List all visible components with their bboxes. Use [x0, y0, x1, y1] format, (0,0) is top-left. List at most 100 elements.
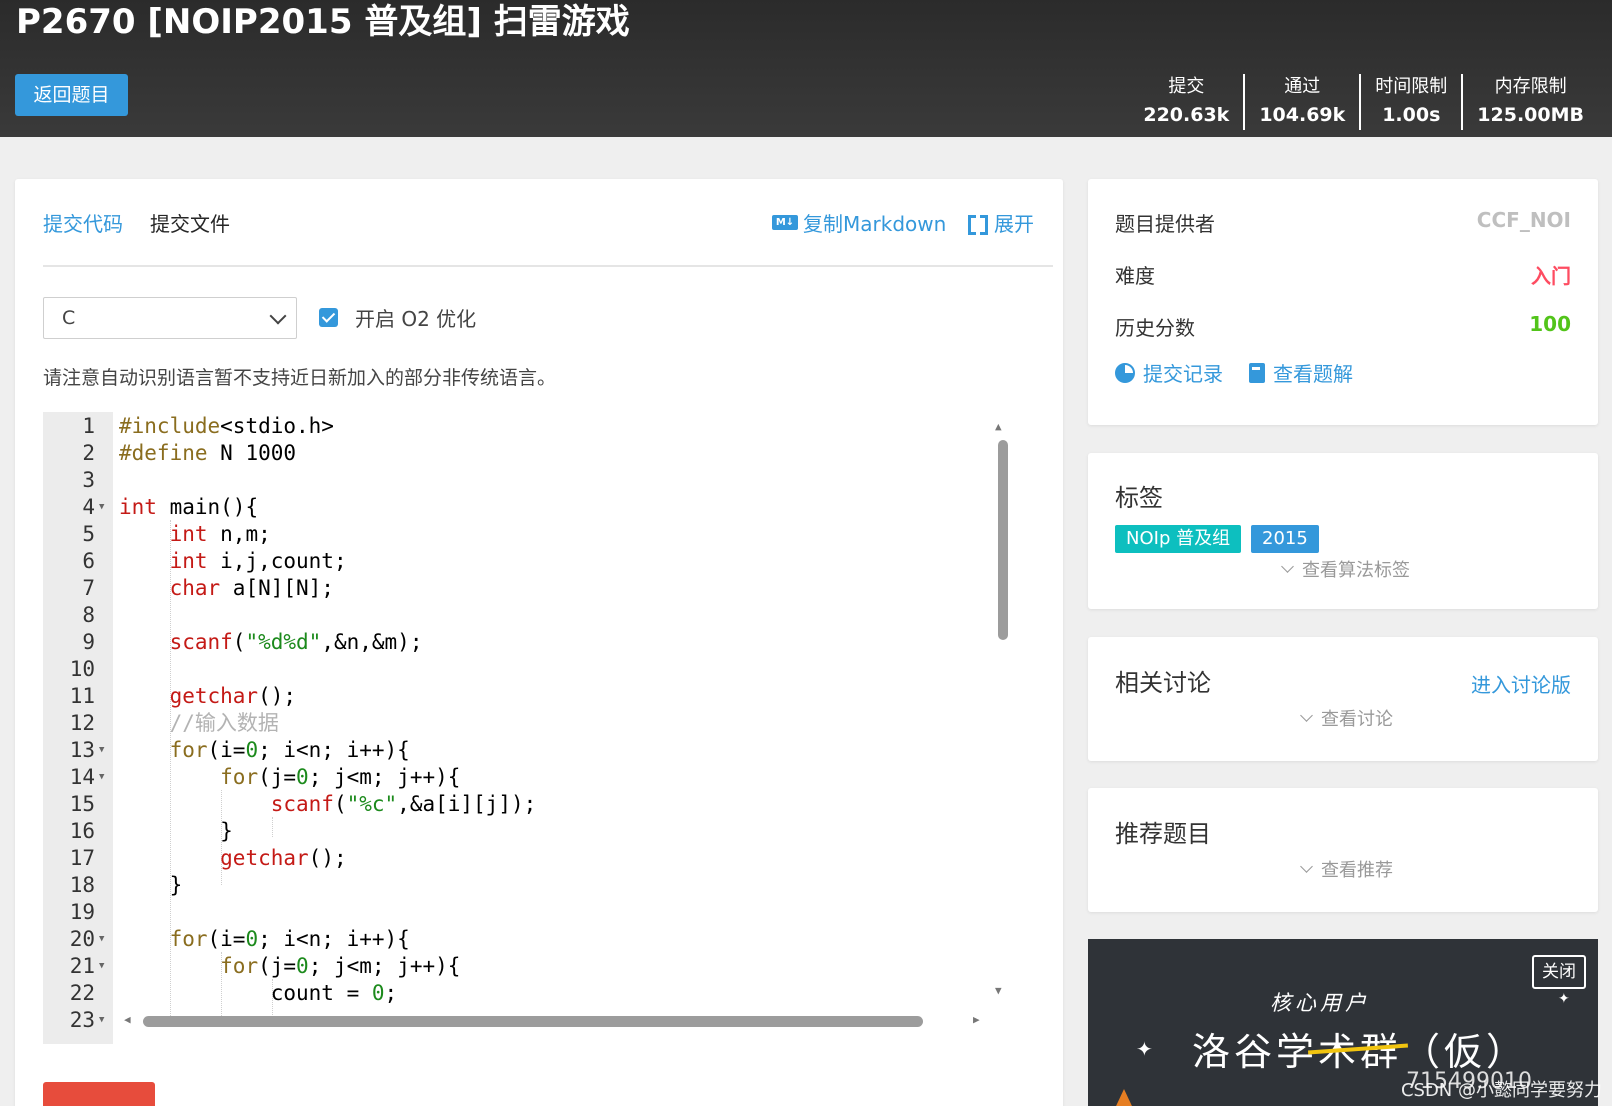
stat-time-limit: 时间限制 1.00s — [1359, 74, 1461, 130]
code-line: scanf("%d%d",&n,&m); — [169, 630, 423, 654]
stat-label: 时间限制 — [1375, 76, 1448, 97]
tags-title: 标签 — [1115, 484, 1163, 512]
recommend-card: 推荐题目 查看推荐 — [1088, 788, 1598, 912]
provider-row: 题目提供者 CCF_NOI — [1115, 208, 1571, 238]
show-recommend-button[interactable]: 查看推荐 — [1300, 856, 1393, 882]
view-solutions-link[interactable]: 查看题解 — [1273, 358, 1353, 387]
code-line: #include<stdio.h> — [119, 414, 334, 438]
submission-records-link[interactable]: 提交记录 — [1143, 358, 1223, 387]
scroll-left-arrow-icon[interactable]: ◀ — [124, 1013, 131, 1026]
show-recommend-label: 查看推荐 — [1321, 860, 1393, 881]
line-number: 1 — [82, 414, 95, 438]
scroll-up-arrow-icon[interactable]: ▲ — [995, 420, 1002, 433]
show-discussion-button[interactable]: 查看讨论 — [1300, 705, 1393, 731]
fold-arrow-icon[interactable]: ▼ — [99, 736, 104, 764]
code-line: int i,j,count; — [169, 549, 347, 573]
fold-arrow-icon[interactable]: ▼ — [99, 493, 104, 521]
code-line: //输入数据 — [169, 711, 279, 735]
o2-label: 开启 O2 优化 — [355, 307, 477, 331]
code-line: scanf("%c",&a[i][j]); — [270, 792, 537, 816]
line-number: 4 — [82, 495, 95, 519]
tag-2015[interactable]: 2015 — [1251, 525, 1319, 553]
fold-arrow-icon[interactable]: ▼ — [99, 1006, 104, 1034]
provider-link[interactable]: CCF_NOI — [1477, 208, 1571, 232]
line-number: 14 — [69, 765, 95, 789]
line-number: 13 — [69, 738, 95, 762]
language-select[interactable]: C — [43, 297, 297, 339]
code-line: } — [119, 819, 233, 843]
scroll-down-arrow-icon[interactable]: ▼ — [995, 984, 1002, 997]
stat-value: 1.00s — [1382, 104, 1441, 126]
show-algorithm-tags-button[interactable]: 查看算法标签 — [1281, 556, 1410, 582]
chevron-down-icon — [269, 307, 287, 325]
stat-value: 104.69k — [1259, 104, 1346, 126]
tab-submit-file[interactable]: 提交文件 — [150, 208, 230, 237]
line-number: 20 — [69, 927, 95, 951]
indent-guide — [272, 817, 273, 837]
tag-noip-junior[interactable]: NOIp 普及组 — [1115, 525, 1242, 553]
discussion-title: 相关讨论 — [1115, 669, 1211, 697]
enter-discussion-link[interactable]: 进入讨论版 — [1471, 669, 1571, 698]
code-line: for(j=0; j<m; j++){ — [220, 954, 461, 978]
code-line: for(i=0; i<n; i++){ — [169, 738, 410, 762]
line-number: 9 — [82, 630, 95, 654]
line-number: 7 — [82, 576, 95, 600]
ad-subtitle: 核心用户 — [1270, 991, 1370, 1015]
line-number: 12 — [69, 711, 95, 735]
fold-arrow-icon[interactable]: ▼ — [99, 925, 104, 953]
line-number: 11 — [69, 684, 95, 708]
stat-memory-limit: 内存限制 125.00MB — [1461, 74, 1598, 130]
horizontal-scrollbar[interactable] — [143, 1016, 923, 1027]
stat-value: 220.63k — [1143, 104, 1230, 126]
copy-markdown-label: 复制Markdown — [803, 212, 947, 236]
chevron-down-icon — [1300, 859, 1313, 873]
line-number: 22 — [69, 981, 95, 1005]
copy-markdown-button[interactable]: M↓ 复制Markdown — [772, 208, 946, 237]
csdn-watermark: CSDN @小懿同学要努力 — [1400, 1080, 1602, 1101]
code-line: for(i=0; i<n; i++){ — [169, 927, 410, 951]
tab-submit-code[interactable]: 提交代码 — [43, 208, 123, 237]
sparkle-icon: ✦ — [1558, 991, 1570, 1007]
line-number: 21 — [69, 954, 95, 978]
recommend-title: 推荐题目 — [1115, 820, 1211, 848]
code-line: for(j=0; j<m; j++){ — [220, 765, 461, 789]
scroll-right-arrow-icon[interactable]: ▶ — [973, 1013, 980, 1026]
code-line: int main(){ — [119, 495, 259, 519]
tags-card: 标签 NOIp 普及组 2015 查看算法标签 — [1088, 453, 1598, 609]
language-notice: 请注意自动识别语言暂不支持近日新加入的部分非传统语言。 — [43, 367, 557, 389]
o2-checkbox[interactable] — [319, 308, 338, 327]
show-discussion-label: 查看讨论 — [1321, 709, 1393, 730]
problem-info-card: 题目提供者 CCF_NOI 难度 入门 历史分数 100 提交记录 查看题解 — [1088, 179, 1598, 425]
line-number: 6 — [82, 549, 95, 573]
chevron-down-icon — [1300, 708, 1313, 722]
show-tags-label: 查看算法标签 — [1302, 560, 1410, 581]
problem-title: P2670 [NOIP2015 普及组] 扫雷游戏 — [16, 2, 630, 42]
fold-arrow-icon[interactable]: ▼ — [99, 952, 104, 980]
code-line: int n,m; — [169, 522, 271, 546]
stat-label: 内存限制 — [1494, 76, 1567, 97]
code-line: char a[N][N]; — [169, 576, 334, 600]
line-number: 2 — [82, 441, 95, 465]
score-row: 历史分数 100 — [1115, 312, 1571, 342]
expand-button[interactable]: 展开 — [968, 208, 1034, 237]
provider-label: 题目提供者 — [1115, 212, 1215, 236]
submit-button[interactable] — [43, 1082, 155, 1106]
problem-links: 提交记录 查看题解 — [1115, 358, 1353, 387]
vertical-scrollbar[interactable] — [998, 440, 1008, 640]
code-editor[interactable]: 1 2 3 4 5 6 7 8 9 10 11 12 13 14 15 16 1… — [43, 412, 1011, 1044]
line-number: 15 — [69, 792, 95, 816]
chevron-down-icon — [1281, 559, 1294, 573]
difficulty-value: 入门 — [1531, 264, 1571, 288]
problem-header: P2670 [NOIP2015 普及组] 扫雷游戏 返回题目 提交 220.63… — [0, 0, 1612, 137]
back-to-problem-button[interactable]: 返回题目 — [15, 74, 128, 116]
close-ad-button[interactable]: 关闭 — [1532, 955, 1586, 989]
line-number: 19 — [69, 900, 95, 924]
line-number: 18 — [69, 873, 95, 897]
divider — [43, 265, 1053, 267]
fold-arrow-icon[interactable]: ▼ — [99, 763, 104, 791]
line-number: 5 — [82, 522, 95, 546]
line-number: 8 — [82, 603, 95, 627]
code-line: getchar(); — [220, 846, 347, 870]
stat-submissions: 提交 220.63k — [1129, 74, 1243, 130]
line-number: 17 — [69, 846, 95, 870]
